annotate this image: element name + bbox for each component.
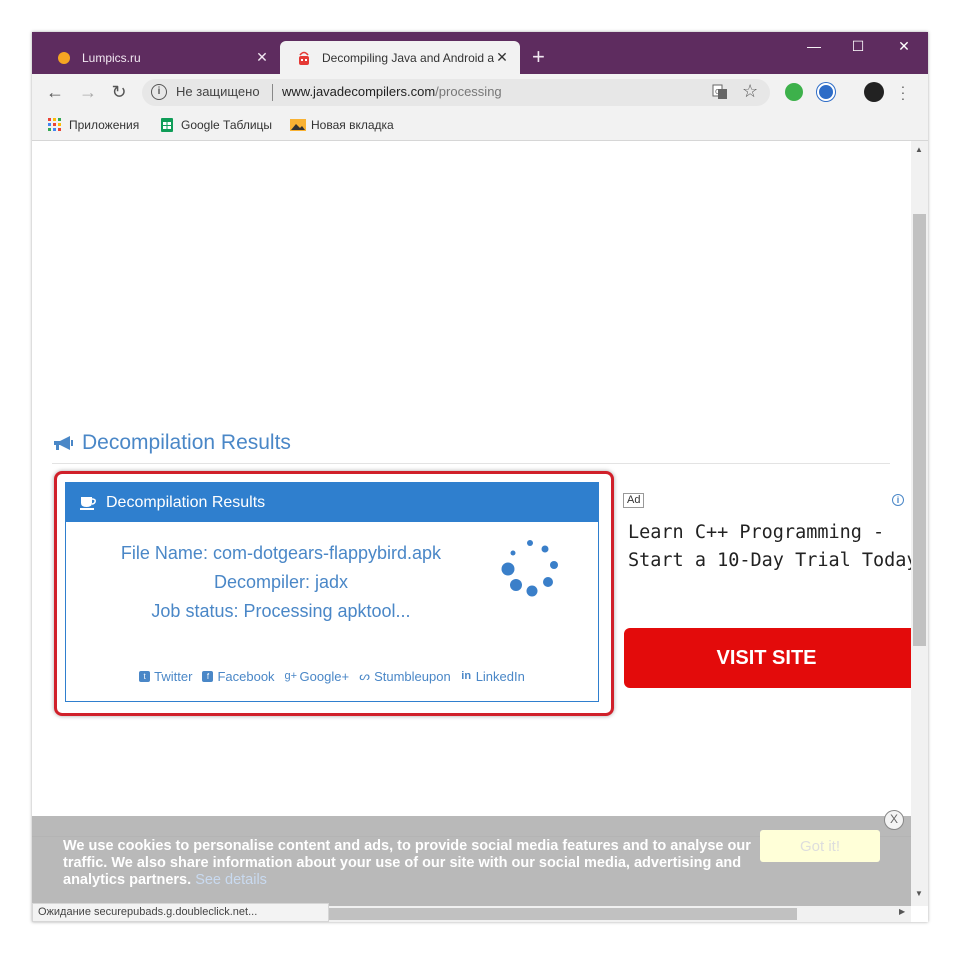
scrollbar-thumb[interactable] — [329, 908, 797, 920]
new-tab-button[interactable]: + — [532, 46, 545, 68]
file-name-line: File Name: com-dotgears-flappybird.apk — [120, 543, 442, 563]
linkedin-icon: in — [461, 670, 472, 682]
address-bar[interactable]: i Не защищено www.javadecompilers.com/pr… — [142, 79, 770, 106]
job-info: File Name: com-dotgears-flappybird.apk D… — [66, 539, 496, 626]
divider — [52, 463, 890, 464]
bookmark-new-tab[interactable]: Новая вкладка — [290, 118, 394, 132]
reload-icon[interactable]: ↻ — [109, 82, 129, 102]
page-content: Decompilation Results Decompilation Resu… — [32, 141, 911, 906]
results-panel: Decompilation Results File Name: com-dot… — [65, 482, 599, 702]
see-details-link[interactable]: See details — [195, 872, 267, 888]
facebook-icon: f — [202, 671, 214, 682]
svg-text:G: G — [715, 88, 720, 96]
loading-spinner-icon — [498, 537, 562, 601]
tab-close-icon[interactable]: ✕ — [254, 49, 270, 66]
ad-text[interactable]: Learn C++ Programming - Start a 10-Day T… — [628, 519, 911, 575]
share-google-plus-link[interactable]: g+ Google+ — [285, 669, 350, 684]
ad-info-icon[interactable]: i — [892, 494, 904, 506]
browser-toolbar: ← → ↻ i Не защищено www.javadecompilers.… — [32, 74, 928, 110]
bookmark-label: Google Таблицы — [181, 118, 273, 132]
maximize-button[interactable]: ☐ — [838, 38, 878, 55]
section-title-text: Decompilation Results — [82, 431, 291, 454]
robot-favicon-icon — [296, 50, 312, 66]
bookmark-star-icon[interactable]: ☆ — [742, 81, 758, 102]
horizontal-scrollbar[interactable]: ▶ — [329, 906, 911, 922]
bookmark-apps[interactable]: Приложения — [48, 118, 139, 132]
scroll-up-icon[interactable]: ▲ — [915, 145, 923, 154]
orange-dot-favicon-icon — [56, 50, 72, 66]
url-text[interactable]: www.javadecompilers.com/processing — [282, 84, 502, 99]
tab-title: Decompiling Java and Android a — [322, 50, 494, 65]
forward-arrow-icon[interactable]: → — [78, 82, 98, 102]
bookmark-label: Новая вкладка — [311, 118, 394, 132]
scroll-down-icon[interactable]: ▼ — [915, 889, 923, 898]
apps-grid-icon — [48, 118, 62, 132]
minimize-button[interactable]: — — [794, 38, 834, 54]
panel-header: Decompilation Results — [66, 483, 598, 522]
coffee-cup-icon — [80, 496, 96, 510]
decompiler-line: Decompiler: jadx — [213, 572, 349, 592]
megaphone-icon — [52, 434, 74, 452]
browser-menu-icon[interactable]: · · · — [898, 79, 908, 105]
tab-lumpics[interactable]: Lumpics.ru ✕ — [40, 41, 280, 74]
status-bubble: Ожидание securepubads.g.doubleclick.net.… — [32, 903, 329, 922]
visit-site-button[interactable]: VISIT SITE — [624, 628, 911, 688]
cookie-close-button[interactable]: X — [884, 810, 904, 830]
security-label[interactable]: Не защищено — [176, 84, 260, 99]
bookmarks-bar: Приложения Google Таблицы Новая вкладка — [32, 110, 928, 141]
title-bar: Lumpics.ru ✕ Decompiling Java and Androi… — [32, 32, 928, 74]
ad-badge: Ad — [623, 493, 645, 508]
got-it-button[interactable]: Got it! — [760, 830, 880, 862]
extension-green-icon[interactable] — [785, 83, 803, 101]
share-stumbleupon-link[interactable]: ᔕ Stumbleupon — [359, 669, 450, 684]
close-window-button[interactable]: ✕ — [884, 38, 924, 55]
tab-close-icon[interactable]: ✕ — [494, 49, 510, 66]
bookmark-google-sheets[interactable]: Google Таблицы — [160, 118, 272, 132]
section-heading: Decompilation Results — [52, 431, 291, 455]
scrollbar-thumb[interactable] — [913, 214, 926, 646]
scroll-right-icon[interactable]: ▶ — [899, 907, 905, 916]
share-facebook-link[interactable]: f Facebook — [202, 669, 275, 684]
extension-globe-icon[interactable] — [817, 83, 835, 101]
social-share-links: t Twitter f Facebook g+ Google+ ᔕ Stumbleupo… — [66, 669, 598, 684]
vertical-scrollbar[interactable]: ▲ ▼ — [911, 141, 928, 906]
address-separator — [272, 84, 273, 101]
stumbleupon-icon: ᔕ — [359, 669, 370, 683]
panel-header-text: Decompilation Results — [106, 493, 266, 511]
tab-javadecompilers[interactable]: Decompiling Java and Android a ✕ — [280, 41, 520, 74]
browser-window: Lumpics.ru ✕ Decompiling Java and Androi… — [32, 32, 928, 922]
cookie-text: We use cookies to personalise content an… — [63, 838, 751, 888]
share-twitter-link[interactable]: t Twitter — [139, 669, 192, 684]
translate-icon[interactable]: G — [712, 84, 728, 103]
image-icon — [290, 118, 306, 132]
sheets-icon — [160, 118, 174, 132]
tab-title: Lumpics.ru — [82, 50, 141, 65]
google-plus-icon: g+ — [284, 670, 298, 682]
bookmark-label: Приложения — [69, 118, 140, 132]
info-icon[interactable]: i — [151, 84, 167, 100]
back-arrow-icon[interactable]: ← — [45, 82, 65, 102]
profile-avatar[interactable] — [864, 82, 884, 102]
twitter-icon: t — [139, 671, 151, 682]
share-linkedin-link[interactable]: in LinkedIn — [461, 669, 525, 684]
cookie-banner: We use cookies to personalise content an… — [32, 816, 911, 906]
job-status-line: Job status: Processing apktool... — [151, 601, 411, 621]
